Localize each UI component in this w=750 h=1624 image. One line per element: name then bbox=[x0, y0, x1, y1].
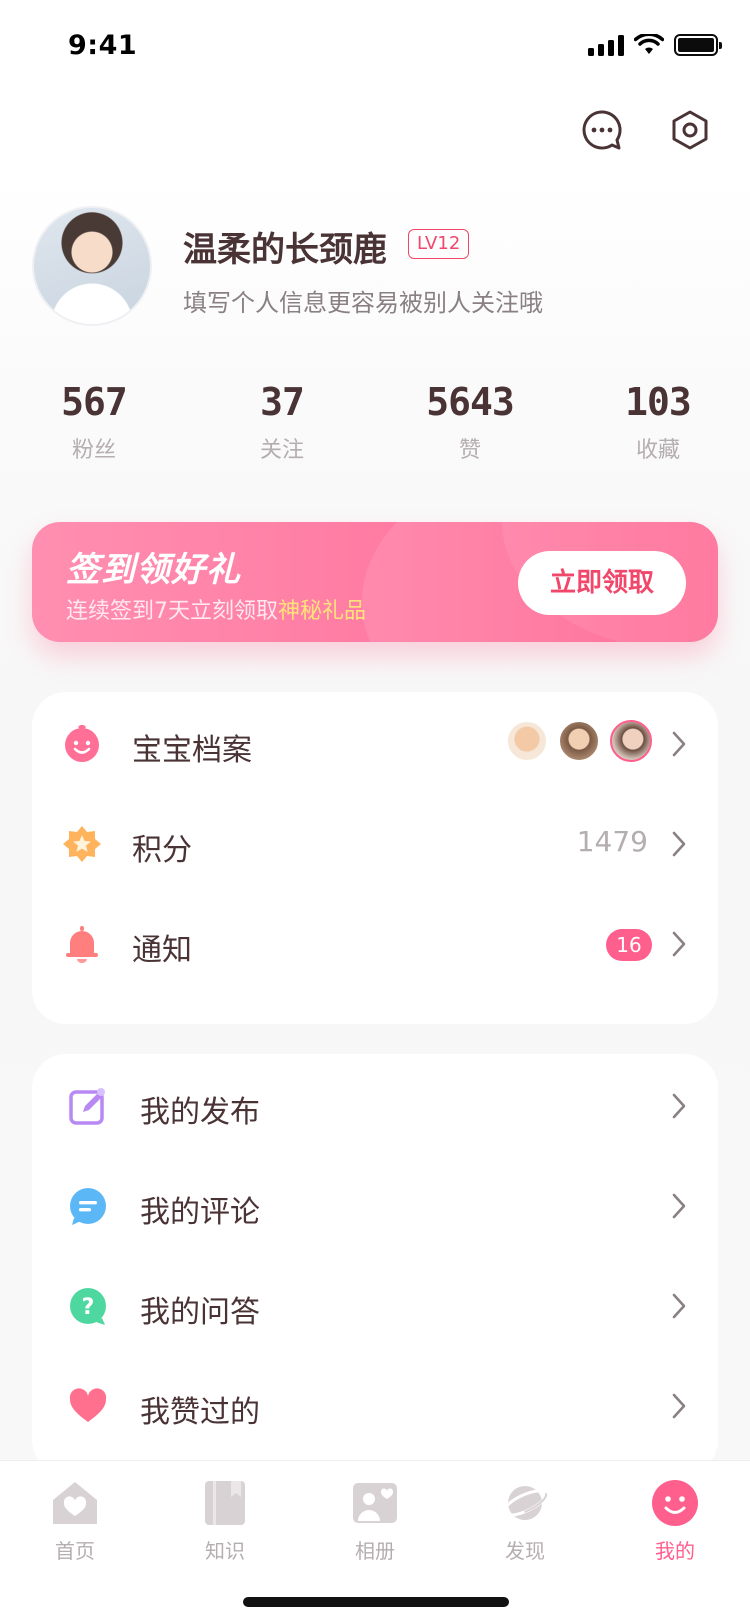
menu-item-notifications[interactable]: 通知 16 bbox=[32, 892, 718, 996]
menu-card-primary: 宝宝档案 积分 1479 通知 16 bbox=[32, 692, 718, 1024]
stats-row: 567 粉丝 37 关注 5643 赞 103 收藏 bbox=[0, 380, 750, 480]
stat-favorites[interactable]: 103 收藏 bbox=[563, 380, 750, 464]
menu-item-label: 我的发布 bbox=[140, 1095, 260, 1130]
chevron-right-icon bbox=[672, 1293, 686, 1319]
stat-label: 赞 bbox=[458, 438, 481, 463]
notification-count-badge: 16 bbox=[606, 929, 652, 961]
baby-avatar bbox=[558, 720, 600, 762]
message-button[interactable] bbox=[580, 108, 624, 152]
tab-label: 发现 bbox=[505, 1539, 545, 1563]
stat-label: 关注 bbox=[259, 438, 304, 463]
tab-home[interactable]: 首页 bbox=[25, 1479, 125, 1564]
tab-album[interactable]: 相册 bbox=[325, 1479, 425, 1564]
status-time: 9:41 bbox=[68, 30, 138, 61]
planet-icon bbox=[502, 1486, 548, 1520]
tab-label: 我的 bbox=[655, 1539, 695, 1563]
menu-item-label: 宝宝档案 bbox=[132, 733, 252, 768]
user-avatar[interactable] bbox=[32, 206, 152, 326]
chevron-right-icon bbox=[672, 931, 686, 957]
cellular-signal-icon bbox=[588, 34, 624, 56]
menu-item-label: 积分 bbox=[132, 833, 192, 868]
chevron-right-icon bbox=[672, 1093, 686, 1119]
stat-value: 567 bbox=[61, 380, 128, 424]
menu-item-label: 我的评论 bbox=[140, 1195, 260, 1230]
user-name: 温柔的长颈鹿 bbox=[183, 230, 387, 270]
stat-label: 粉丝 bbox=[71, 438, 116, 463]
claim-button[interactable]: 立即领取 bbox=[518, 551, 686, 615]
svg-text:?: ? bbox=[82, 1295, 95, 1320]
chevron-right-icon bbox=[672, 831, 686, 857]
menu-item-baby-profile[interactable]: 宝宝档案 bbox=[32, 692, 718, 796]
baby-avatars bbox=[506, 720, 652, 762]
menu-item-liked[interactable]: 我赞过的 bbox=[32, 1354, 718, 1458]
bell-icon bbox=[66, 926, 98, 963]
header-actions bbox=[580, 108, 712, 152]
stat-label: 收藏 bbox=[635, 438, 680, 463]
question-icon: ? bbox=[70, 1288, 106, 1325]
stat-following[interactable]: 37 关注 bbox=[187, 380, 377, 464]
status-icons bbox=[588, 34, 722, 56]
baby-face-icon bbox=[65, 725, 99, 762]
home-icon bbox=[53, 1482, 97, 1524]
signin-banner[interactable]: 签到领好礼 连续签到7天立刻领取神秘礼品 立即领取 bbox=[32, 522, 718, 642]
menu-item-my-comments[interactable]: 我的评论 bbox=[32, 1154, 718, 1258]
menu-item-points[interactable]: 积分 1479 bbox=[32, 792, 718, 896]
profile-screen: 9:41 温柔的长颈鹿 LV12 填写个人信息更容易被别人关注哦 567 粉丝 … bbox=[0, 0, 750, 1624]
smile-icon bbox=[652, 1480, 698, 1526]
menu-item-label: 通知 bbox=[132, 933, 192, 968]
stat-likes[interactable]: 5643 赞 bbox=[375, 380, 565, 464]
banner-subtitle-highlight: 神秘礼品 bbox=[278, 599, 367, 624]
chat-bubble-icon bbox=[582, 110, 622, 150]
album-icon bbox=[353, 1483, 397, 1523]
comment-icon bbox=[70, 1188, 106, 1225]
menu-item-my-posts[interactable]: 我的发布 bbox=[32, 1054, 718, 1158]
gear-icon bbox=[672, 110, 708, 150]
heart-icon bbox=[69, 1388, 107, 1422]
points-value: 1479 bbox=[576, 825, 648, 858]
settings-button[interactable] bbox=[668, 108, 712, 152]
tab-label: 相册 bbox=[355, 1539, 395, 1563]
tab-label: 知识 bbox=[205, 1539, 245, 1563]
chevron-right-icon bbox=[672, 731, 686, 757]
chevron-right-icon bbox=[672, 1193, 686, 1219]
menu-item-label: 我赞过的 bbox=[140, 1395, 260, 1430]
menu-item-my-qa[interactable]: ? 我的问答 bbox=[32, 1254, 718, 1358]
banner-subtitle-text: 连续签到7天立刻领取 bbox=[66, 599, 278, 624]
stat-followers[interactable]: 567 粉丝 bbox=[0, 380, 189, 464]
level-badge: LV12 bbox=[408, 229, 470, 259]
chevron-right-icon bbox=[672, 1393, 686, 1419]
banner-title: 签到领好礼 bbox=[66, 550, 241, 590]
menu-item-label: 我的问答 bbox=[140, 1295, 260, 1330]
tab-discover[interactable]: 发现 bbox=[475, 1479, 575, 1564]
tab-label: 首页 bbox=[55, 1539, 95, 1563]
stat-value: 37 bbox=[260, 380, 305, 424]
battery-icon bbox=[674, 34, 722, 56]
tab-me[interactable]: 我的 bbox=[625, 1479, 725, 1564]
tab-knowledge[interactable]: 知识 bbox=[175, 1479, 275, 1564]
home-indicator bbox=[243, 1597, 509, 1607]
stat-value: 5643 bbox=[426, 380, 515, 424]
stat-value: 103 bbox=[625, 380, 692, 424]
book-icon bbox=[205, 1481, 245, 1525]
wifi-icon bbox=[634, 34, 664, 54]
banner-subtitle: 连续签到7天立刻领取神秘礼品 bbox=[66, 593, 366, 625]
baby-avatar bbox=[506, 720, 548, 762]
status-bar: 9:41 bbox=[0, 0, 750, 96]
menu-card-secondary: 我的发布 我的评论 ? 我的问答 我赞过的 bbox=[32, 1054, 718, 1474]
profile-hint[interactable]: 填写个人信息更容易被别人关注哦 bbox=[183, 283, 543, 318]
edit-icon bbox=[69, 1088, 105, 1125]
star-badge-icon bbox=[63, 826, 101, 862]
baby-avatar-selected bbox=[610, 720, 652, 762]
